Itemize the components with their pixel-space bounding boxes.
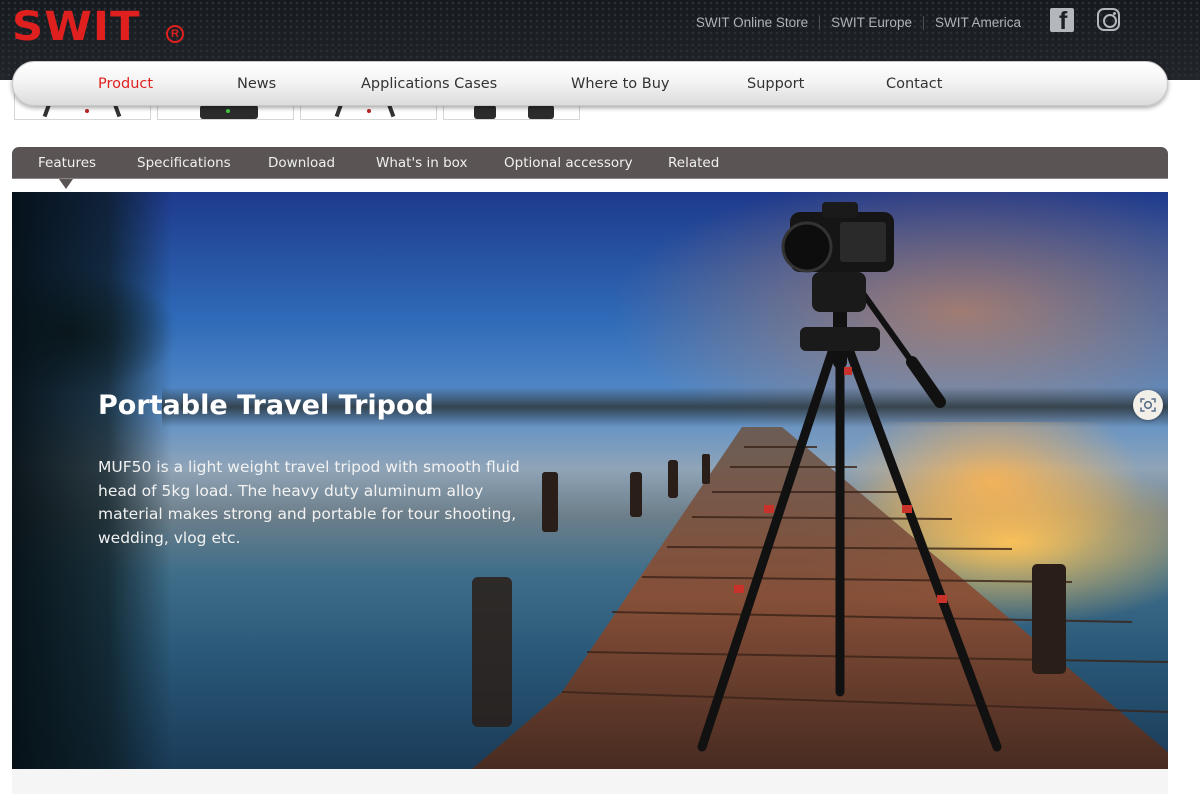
hero-banner: Portable Travel Tripod MUF50 is a light … <box>12 192 1168 769</box>
swit-logo[interactable]: SWIT <box>12 4 141 50</box>
page-bottom-strip <box>12 769 1168 794</box>
tab-download[interactable]: Download <box>268 155 335 171</box>
tripod-product-image <box>697 202 1002 752</box>
nav-contact[interactable]: Contact <box>886 76 942 92</box>
tab-features[interactable]: Features <box>38 155 96 171</box>
tab-related[interactable]: Related <box>668 155 719 171</box>
product-tabs: Features Specifications Download What's … <box>12 147 1168 179</box>
main-navigation: Product News Applications Cases Where to… <box>12 61 1168 106</box>
instagram-icon[interactable] <box>1097 8 1120 31</box>
top-links: SWIT Online Store SWIT Europe SWIT Ameri… <box>685 16 1032 30</box>
visual-search-icon[interactable] <box>1133 390 1163 420</box>
hero-description: MUF50 is a light weight travel tripod wi… <box>98 458 520 547</box>
swit-europe-link[interactable]: SWIT Europe <box>819 16 923 30</box>
tab-whats-in-box[interactable]: What's in box <box>376 155 468 171</box>
active-tab-caret-icon <box>59 179 73 189</box>
tab-specifications[interactable]: Specifications <box>137 155 231 171</box>
nav-applications-cases[interactable]: Applications Cases <box>361 76 497 92</box>
nav-support[interactable]: Support <box>747 76 804 92</box>
swit-america-link[interactable]: SWIT America <box>922 16 1032 30</box>
tab-optional-accessory[interactable]: Optional accessory <box>504 155 633 171</box>
nav-news[interactable]: News <box>237 76 276 92</box>
registered-mark-icon: R <box>166 25 184 43</box>
online-store-link[interactable]: SWIT Online Store <box>685 16 819 30</box>
nav-product[interactable]: Product <box>98 76 153 92</box>
facebook-icon[interactable] <box>1050 7 1074 36</box>
hero-title: Portable Travel Tripod <box>98 390 434 421</box>
nav-where-to-buy[interactable]: Where to Buy <box>571 76 670 92</box>
